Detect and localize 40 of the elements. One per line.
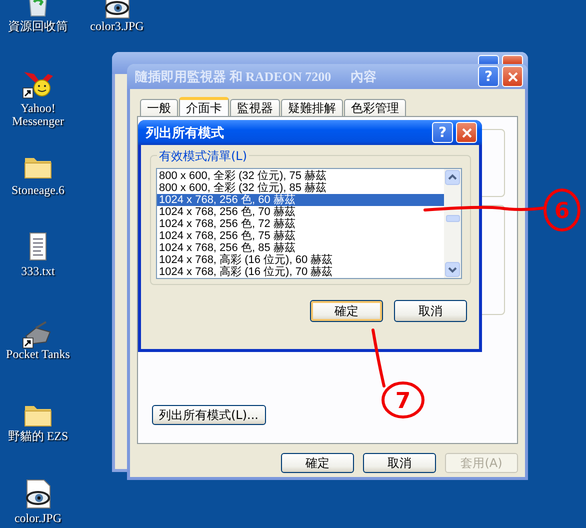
desktop-icon-label[interactable]: 野貓的 EZS xyxy=(0,430,80,443)
dialog-button[interactable]: 取消 xyxy=(363,453,436,473)
close-icon xyxy=(460,126,472,138)
list-item[interactable]: 1024 x 768, 256 色, 75 赫茲 xyxy=(157,230,444,242)
dialog-title: 列出所有模式 xyxy=(146,124,225,142)
scroll-up-icon[interactable] xyxy=(445,170,460,185)
desktop-icon-label[interactable]: color.JPG xyxy=(0,512,80,525)
window-title: 隨插即用監視器 和 RADEON 7200 內容 xyxy=(135,68,378,86)
list-item[interactable]: 1024 x 768, 256 色, 72 赫茲 xyxy=(157,218,444,230)
scroll-down-icon[interactable] xyxy=(445,262,460,277)
annotation-circle: 7 xyxy=(382,382,424,418)
desktop-icon-label[interactable]: Stoneage.6 xyxy=(0,184,80,197)
close-button[interactable] xyxy=(456,122,477,143)
list-item[interactable]: 800 x 600, 全彩 (32 位元), 75 赫茲 xyxy=(157,170,444,182)
help-button[interactable]: ? xyxy=(432,122,453,143)
close-icon xyxy=(506,70,518,82)
list-item[interactable]: 1024 x 768, 高彩 (16 位元), 70 赫茲 xyxy=(157,266,444,278)
list-item[interactable]: 1024 x 768, 256 色, 85 赫茲 xyxy=(157,242,444,254)
dialog-button[interactable]: 確定 xyxy=(310,300,383,322)
tab[interactable]: 監視器 xyxy=(230,99,280,116)
dialog-button[interactable]: 確定 xyxy=(281,453,354,473)
list-all-modes-button[interactable]: 列出所有模式(L)... xyxy=(152,405,266,425)
list-item[interactable]: 800 x 600, 全彩 (32 位元), 85 赫茲 xyxy=(157,182,444,194)
desktop-icon-label[interactable]: 333.txt xyxy=(0,265,80,278)
tab[interactable]: 一般 xyxy=(140,99,178,116)
annotation-circle: 6 xyxy=(544,188,580,232)
desktop-icon-label[interactable]: Pocket Tanks xyxy=(0,348,80,361)
leader-line xyxy=(372,328,386,388)
group-label: 有效模式清單(L) xyxy=(157,148,250,165)
tab[interactable]: 介面卡 xyxy=(179,97,229,117)
desktop-icon-label[interactable]: Yahoo! Messenger xyxy=(0,102,80,128)
tab[interactable]: 色彩管理 xyxy=(344,99,406,116)
tab[interactable]: 疑難排解 xyxy=(281,99,343,116)
list-item[interactable]: 1024 x 768, 高彩 (16 位元), 60 赫茲 xyxy=(157,254,444,266)
mode-list[interactable] xyxy=(156,168,462,279)
list-item[interactable]: 1024 x 768, 256 色, 70 赫茲 xyxy=(157,206,444,218)
dialog-button[interactable]: 取消 xyxy=(394,300,467,322)
scrollbar[interactable] xyxy=(444,169,461,278)
scroll-thumb[interactable] xyxy=(446,215,460,222)
list-item[interactable]: 1024 x 768, 256 色, 60 赫茲 xyxy=(157,194,444,206)
